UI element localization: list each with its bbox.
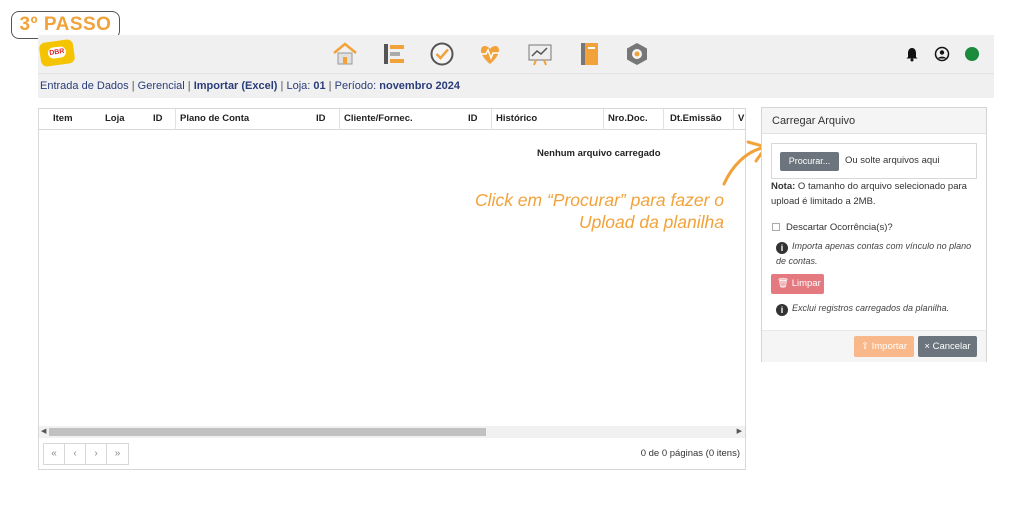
drop-hint: Ou solte arquivos aqui — [845, 155, 940, 166]
discard-label: Descartar Ocorrência(s)? — [786, 222, 893, 233]
column-header-id[interactable]: ID — [139, 109, 175, 130]
breadcrumb-separator: | — [325, 80, 335, 92]
user-circle-icon[interactable] — [934, 46, 950, 62]
upload-panel: Carregar Arquivo Procurar... Ou solte ar… — [761, 107, 987, 362]
horizontal-scrollbar[interactable]: ◀ ▶ — [39, 426, 745, 438]
note-label: Nota: — [771, 181, 796, 192]
column-header-id[interactable]: ID — [311, 109, 339, 130]
panel-footer: ⇪ Importar × Cancelar — [762, 330, 986, 362]
scroll-right-icon[interactable]: ▶ — [737, 426, 742, 438]
file-dropzone[interactable]: Procurar... Ou solte arquivos aqui — [771, 143, 977, 179]
discard-hint-text: Importa apenas contas com vínculo no pla… — [776, 241, 972, 266]
breadcrumb-entrada[interactable]: Entrada de Dados — [40, 80, 129, 92]
prev-page-button[interactable]: ‹ — [65, 444, 86, 464]
discard-option[interactable]: Descartar Ocorrência(s)? — [772, 222, 893, 233]
settings-hex-icon[interactable] — [623, 40, 651, 68]
size-note: Nota: O tamanho do arquivo selecionado p… — [771, 180, 979, 209]
logo-text: DBR — [47, 45, 67, 60]
periodo-label: Período: — [334, 80, 380, 92]
last-page-button[interactable]: » — [107, 444, 128, 464]
first-page-button[interactable]: « — [44, 444, 65, 464]
empty-message: Nenhum arquivo carregado — [537, 148, 661, 159]
breadcrumb: Entrada de Dados | Gerencial | Importar … — [38, 73, 994, 98]
clear-label: Limpar — [791, 278, 821, 289]
info-icon: i — [776, 242, 788, 254]
periodo-value: novembro 2024 — [379, 80, 460, 92]
column-header-dt-emissao[interactable]: Dt.Emissão — [663, 109, 733, 130]
import-button[interactable]: ⇪ Importar — [854, 336, 914, 357]
breadcrumb-importar: Importar (Excel) — [193, 80, 278, 92]
note-text: O tamanho do arquivo selecionado para up… — [771, 181, 967, 207]
home-icon[interactable] — [331, 40, 359, 68]
next-page-button[interactable]: › — [86, 444, 107, 464]
column-header-cliente-fornec[interactable]: Cliente/Fornec. — [339, 109, 463, 130]
column-header-loja[interactable]: Loja — [93, 109, 139, 130]
scrollbar-thumb[interactable] — [49, 428, 486, 436]
panel-title: Carregar Arquivo — [762, 108, 986, 134]
info-icon: i — [776, 304, 788, 316]
column-header-valor[interactable]: Vl — [733, 109, 745, 130]
grid-header: Item Loja ID Plano de Conta ID Cliente/F… — [39, 109, 745, 130]
browse-button[interactable]: Procurar... — [780, 152, 839, 171]
column-header-historico[interactable]: Histórico — [491, 109, 603, 130]
loja-value: 01 — [313, 80, 326, 92]
page-info: 0 de 0 páginas (0 itens) — [640, 448, 740, 459]
top-navbar: DBR — [38, 35, 994, 73]
discard-checkbox[interactable] — [772, 223, 780, 231]
cancel-button[interactable]: × Cancelar — [918, 336, 977, 357]
column-header-plano-de-conta[interactable]: Plano de Conta — [175, 109, 311, 130]
breadcrumb-separator: | — [184, 80, 194, 92]
trash-icon: 🗑 — [777, 278, 790, 289]
upload-icon: ⇪ — [861, 341, 869, 352]
column-header-item[interactable]: Item — [39, 109, 93, 130]
list-icon[interactable] — [380, 40, 408, 68]
check-circle-icon[interactable] — [428, 40, 456, 68]
cancel-label: Cancelar — [932, 341, 971, 352]
bell-icon[interactable] — [904, 46, 920, 62]
scroll-left-icon[interactable]: ◀ — [41, 426, 46, 438]
column-header-id[interactable]: ID — [463, 109, 491, 130]
close-icon: × — [924, 341, 930, 352]
notebook-icon[interactable] — [575, 40, 603, 68]
clear-hint: i Exclui registros carregados da planilha… — [776, 301, 981, 316]
clear-button[interactable]: 🗑 Limpar — [771, 274, 824, 294]
loja-label: Loja: — [286, 80, 314, 92]
column-header-nro-doc[interactable]: Nro.Doc. — [603, 109, 663, 130]
breadcrumb-gerencial[interactable]: Gerencial — [138, 80, 185, 92]
pager: « ‹ › » — [43, 443, 129, 465]
chart-board-icon[interactable] — [526, 40, 554, 68]
discard-hint: i Importa apenas contas com vínculo no pl… — [776, 239, 981, 269]
import-label: Importar — [871, 341, 907, 352]
heart-pulse-icon[interactable] — [476, 40, 504, 68]
data-grid: Item Loja ID Plano de Conta ID Cliente/F… — [38, 108, 746, 470]
breadcrumb-separator: | — [128, 80, 138, 92]
callout-instruction: Click em “Procurar” para fazer o Upload … — [475, 190, 724, 232]
clear-hint-text: Exclui registros carregados da planilha. — [792, 303, 950, 313]
status-dot-icon — [965, 47, 979, 61]
app-logo[interactable]: DBR — [38, 38, 76, 68]
